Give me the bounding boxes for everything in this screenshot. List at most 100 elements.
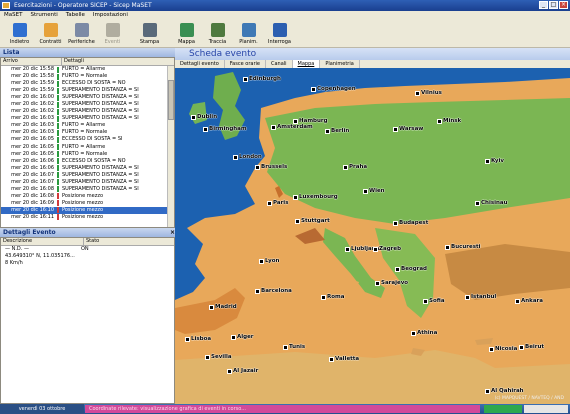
map-city-marker[interactable]: Zagreb [373, 246, 401, 252]
map-city-marker[interactable]: Valletta [329, 356, 359, 362]
map-city-marker[interactable]: Roma [321, 294, 344, 300]
map-city-marker[interactable]: Alger [231, 334, 254, 340]
map-city-marker[interactable]: London [233, 154, 262, 160]
menu-tabelle[interactable]: Tabelle [66, 11, 85, 20]
event-row[interactable]: mer 20 dic 16:07 SUPERAMENTO DISTANZA = S… [1, 172, 168, 179]
event-row[interactable]: mer 20 dic 16:02 SUPERAMENTO DISTANZA = S… [1, 108, 168, 115]
event-row[interactable]: mer 20 dic 16:09 Posizione mezzo [1, 200, 168, 207]
map-city-marker[interactable]: Ankara [515, 298, 543, 304]
event-row[interactable]: mer 20 dic 16:10 Posizione mezzo [1, 206, 168, 214]
toolbar-button-interroga[interactable]: Interroga [264, 20, 295, 47]
map-city-marker[interactable]: Paris [267, 200, 288, 206]
detail-row[interactable]: 8 Km/h [1, 260, 174, 267]
toolbar-button-periferiche[interactable]: Periferiche [66, 20, 97, 47]
map-city-marker[interactable]: Brussels [255, 164, 287, 170]
event-row[interactable]: mer 20 dic 16:05 ECCESSO DI SOSTA = SI [1, 136, 168, 143]
map-city-marker[interactable]: Athina [411, 330, 437, 336]
tab-dettagli-evento[interactable]: Dettagli evento [175, 60, 225, 68]
toolbar-button-traccia[interactable]: Traccia [202, 20, 233, 47]
column-header-descrizione[interactable]: Descrizione [1, 238, 84, 245]
city-pin-icon [295, 218, 300, 224]
map-city-marker[interactable]: Kyiv [485, 158, 504, 164]
map-city-marker[interactable]: Hamburg [293, 118, 328, 124]
map-city-marker[interactable]: Birmingham [203, 126, 247, 132]
map-city-marker[interactable]: Beirut [519, 344, 544, 350]
map-city-marker[interactable]: Barcelona [255, 288, 292, 294]
menu-strumenti[interactable]: Strumenti [30, 11, 57, 20]
menu-impostazioni[interactable]: Impostazioni [93, 11, 128, 20]
toolbar-button-stampa[interactable]: Stampa [134, 20, 165, 47]
map-city-marker[interactable]: Al Qahirah [485, 388, 524, 394]
minimize-button[interactable]: _ [539, 1, 548, 9]
event-marker [57, 101, 59, 108]
detail-row[interactable]: — N.D. — ON [1, 246, 174, 253]
event-row[interactable]: mer 20 dic 16:08 Posizione mezzo [1, 193, 168, 200]
map-city-marker[interactable]: Al Jazair [227, 368, 258, 374]
event-row[interactable]: mer 20 dic 15:59 SUPERAMENTO DISTANZA = S… [1, 87, 168, 94]
tab-planimetria[interactable]: Planimetria [320, 60, 360, 68]
event-row[interactable]: mer 20 dic 16:08 SUPERAMENTO DISTANZA = S… [1, 186, 168, 193]
event-row[interactable]: mer 20 dic 15:58 FURTO = Allarme [1, 66, 168, 73]
toolbar-button-indietro[interactable]: Indietro [4, 20, 35, 47]
detail-row[interactable]: 43.649310° N, 11.035176... [1, 253, 174, 260]
map-city-marker[interactable]: Istanbul [465, 294, 496, 300]
scroll-thumb[interactable] [168, 80, 174, 120]
map-city-marker[interactable]: Lyon [259, 258, 279, 264]
map-city-marker[interactable]: Stuttgart [295, 218, 330, 224]
event-time: mer 20 dic 15:59 [11, 87, 54, 94]
map-city-marker[interactable]: Amsterdam [271, 124, 313, 130]
map-city-marker[interactable]: Berlin [325, 128, 349, 134]
map-city-marker[interactable]: Chisinau [475, 200, 508, 206]
map-city-marker[interactable]: Copenhagen [311, 86, 356, 92]
map-city-marker[interactable]: Nicosia [489, 346, 517, 352]
close-button[interactable]: × [559, 1, 568, 9]
map-city-marker[interactable]: Praha [343, 164, 367, 170]
map-city-marker[interactable]: Beograd [395, 266, 427, 272]
event-row[interactable]: mer 20 dic 16:07 SUPERAMENTO DISTANZA = S… [1, 179, 168, 186]
event-row[interactable]: mer 20 dic 16:11 Posizione mezzo [1, 214, 168, 221]
map-city-marker[interactable]: Madrid [209, 304, 237, 310]
event-row[interactable]: mer 20 dic 16:03 FURTO = Allarme [1, 122, 168, 129]
menu-maset[interactable]: MaSET [4, 11, 22, 20]
event-row[interactable]: mer 20 dic 16:05 FURTO = Normale [1, 151, 168, 158]
list-scrollbar[interactable] [167, 66, 174, 227]
toolbar-button-mappa[interactable]: Mappa [171, 20, 202, 47]
map-city-marker[interactable]: Warsaw [393, 126, 423, 132]
city-pin-icon [395, 266, 400, 272]
map-view[interactable]: Edinburgh Copenhagen Vilnius Dublin Birmingh… [175, 68, 570, 404]
map-city-marker[interactable]: Edinburgh [243, 76, 281, 82]
tab-canali[interactable]: Canali [266, 60, 293, 68]
map-city-marker[interactable]: Tunis [283, 344, 305, 350]
map-city-marker[interactable]: Sevilla [205, 354, 232, 360]
map-city-marker[interactable]: Dublin [191, 114, 217, 120]
event-row[interactable]: mer 20 dic 15:59 ECCESSO DI SOSTA = NO [1, 80, 168, 87]
event-row[interactable]: mer 20 dic 16:03 FURTO = Normale [1, 129, 168, 136]
column-header-stato[interactable]: Stato [84, 238, 174, 245]
toolbar-button-contratti[interactable]: Contratti [35, 20, 66, 47]
event-row[interactable]: mer 20 dic 16:05 FURTO = Allarme [1, 144, 168, 151]
tab-mappa[interactable]: Mappa [292, 60, 321, 68]
map-city-marker[interactable]: Sarajevo [375, 280, 408, 286]
map-city-marker[interactable]: Budapest [393, 220, 428, 226]
column-header-dettagli[interactable]: Dettagli [62, 58, 174, 65]
event-row[interactable]: mer 20 dic 16:00 SUPERAMENTO DISTANZA = S… [1, 94, 168, 101]
event-detail: Posizione mezzo [62, 192, 104, 199]
toolbar-button-planim[interactable]: Planim. [233, 20, 264, 47]
event-row[interactable]: mer 20 dic 15:58 FURTO = Normale [1, 73, 168, 80]
column-header-arrivo[interactable]: Arrivo [1, 58, 62, 65]
event-row[interactable]: mer 20 dic 16:03 SUPERAMENTO DISTANZA = S… [1, 115, 168, 122]
map-city-marker[interactable]: Minsk [437, 118, 461, 124]
print-icon [142, 23, 157, 37]
city-pin-icon [515, 298, 520, 304]
map-city-marker[interactable]: Sofia [423, 298, 445, 304]
event-row[interactable]: mer 20 dic 16:02 SUPERAMENTO DISTANZA = S… [1, 101, 168, 108]
map-city-marker[interactable]: Lisboa [185, 336, 211, 342]
map-city-marker[interactable]: Luxembourg [293, 194, 338, 200]
tab-fasce-orarie[interactable]: Fasce orarie [225, 60, 266, 68]
event-row[interactable]: mer 20 dic 16:06 SUPERAMENTO DISTANZA = S… [1, 165, 168, 172]
maximize-button[interactable]: □ [549, 1, 558, 9]
event-row[interactable]: mer 20 dic 16:06 ECCESSO DI SOSTA = NO [1, 158, 168, 165]
map-city-marker[interactable]: Wien [363, 188, 385, 194]
map-city-marker[interactable]: Vilnius [415, 90, 442, 96]
map-city-marker[interactable]: Bucuresti [445, 244, 481, 250]
